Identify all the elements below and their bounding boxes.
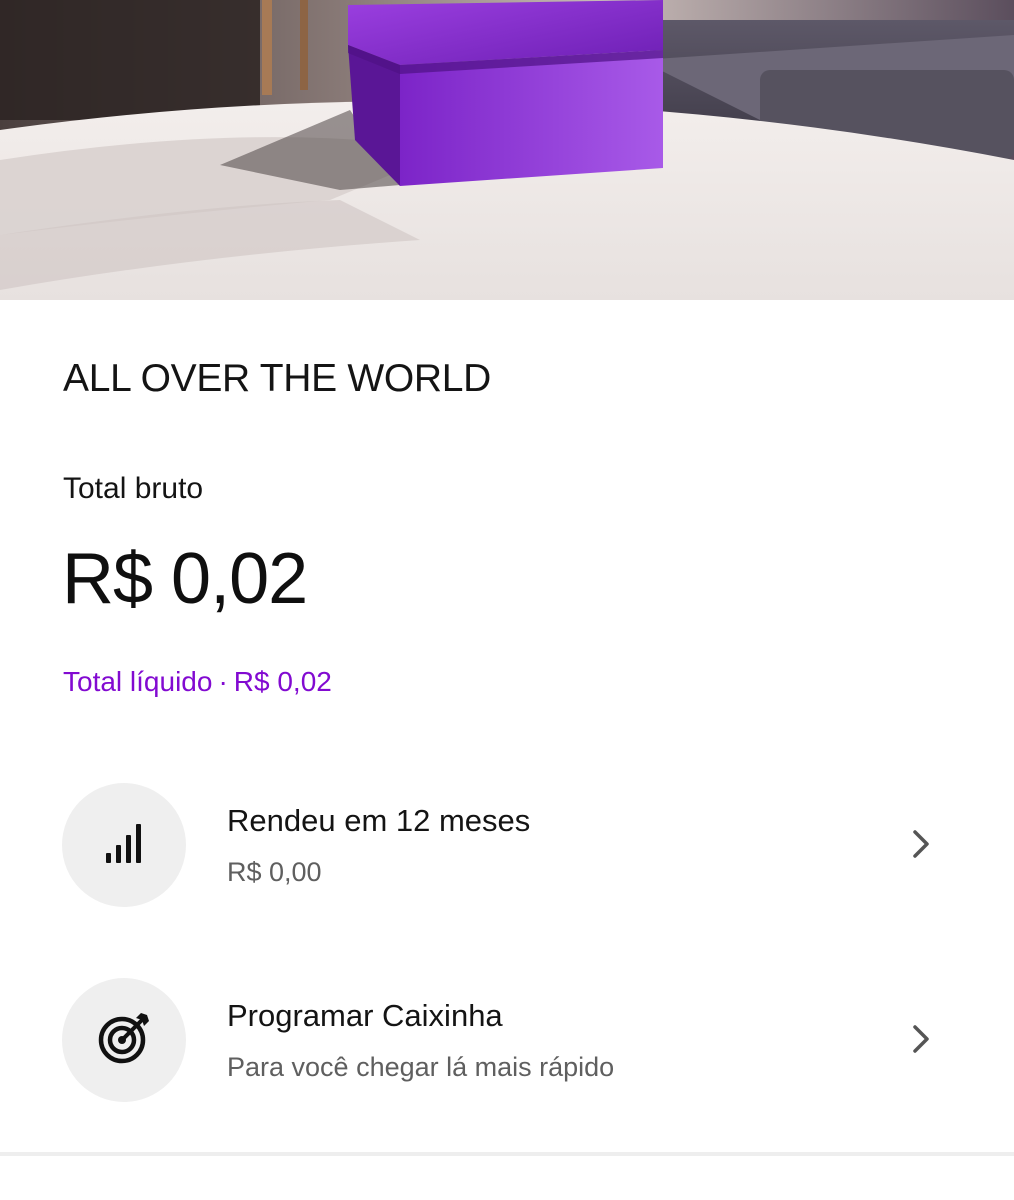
total-liquido-separator: · bbox=[218, 666, 228, 697]
programar-caixinha-subtitle: Para você chegar lá mais rápido bbox=[227, 1052, 615, 1082]
rendimento-icon-circle bbox=[62, 783, 186, 907]
programar-caixinha-row[interactable]: Programar Caixinha Para você chegar lá m… bbox=[0, 978, 1014, 1108]
chevron-right-icon bbox=[905, 1022, 939, 1056]
signal-bars-icon bbox=[104, 821, 144, 870]
rendimento-value: R$ 0,00 bbox=[227, 857, 322, 887]
rendimento-row[interactable]: Rendeu em 12 meses R$ 0,00 bbox=[0, 783, 1014, 913]
programar-icon-circle bbox=[62, 978, 186, 1102]
caixinha-name: ALL OVER THE WORLD bbox=[63, 357, 492, 400]
target-icon bbox=[96, 1010, 152, 1071]
programar-caixinha-title: Programar Caixinha bbox=[227, 998, 503, 1033]
section-divider bbox=[0, 1152, 1014, 1156]
hero-image bbox=[0, 0, 1014, 300]
total-bruto-label: Total bruto bbox=[63, 472, 204, 505]
total-liquido-value: R$ 0,02 bbox=[233, 666, 332, 697]
caixinha-details: ALL OVER THE WORLD Total bruto R$ 0,02 T… bbox=[0, 300, 1014, 1200]
chevron-right-icon bbox=[905, 827, 939, 861]
total-liquido[interactable]: Total líquido · R$ 0,02 bbox=[63, 666, 332, 698]
rendimento-title: Rendeu em 12 meses bbox=[227, 803, 531, 838]
total-bruto-value: R$ 0,02 bbox=[62, 539, 308, 619]
total-liquido-label: Total líquido bbox=[63, 666, 213, 697]
